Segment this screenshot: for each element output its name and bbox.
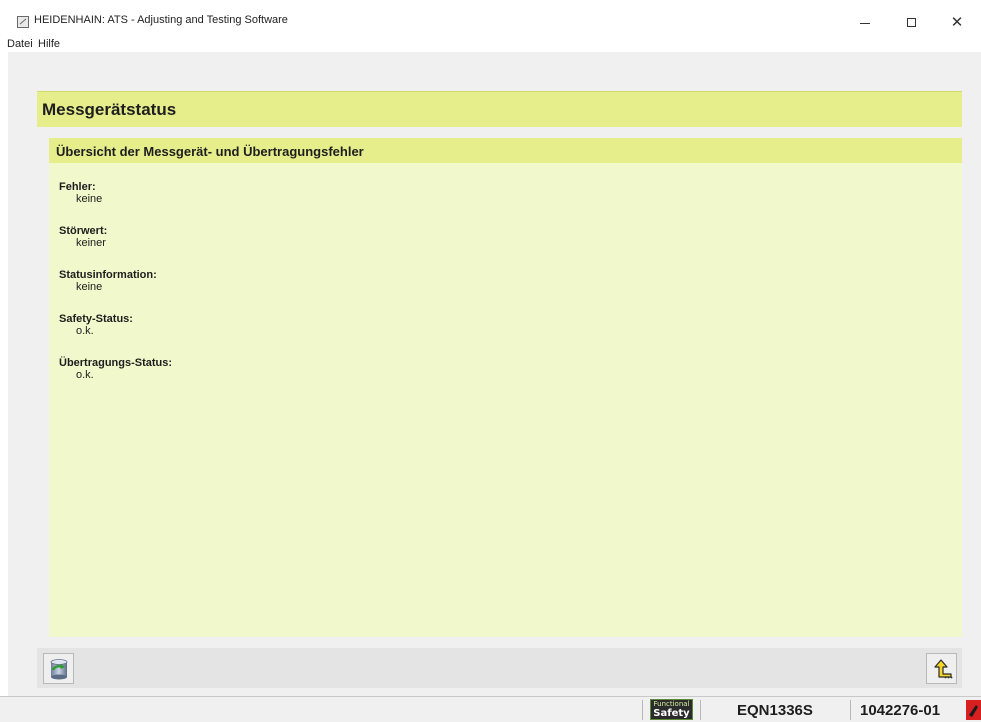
minimize-button[interactable] bbox=[842, 10, 888, 34]
status-label: Safety-Status: bbox=[59, 313, 133, 325]
panel-header: Übersicht der Messgerät- und Übertragung… bbox=[49, 138, 962, 163]
title-bar: HEIDENHAIN: ATS - Adjusting and Testing … bbox=[0, 0, 981, 34]
menu-item-datei[interactable]: Datei bbox=[7, 38, 33, 50]
status-item-stoerwert: Störwert: keiner bbox=[59, 225, 107, 249]
menu-bar: Datei Hilfe bbox=[0, 34, 981, 52]
close-button[interactable]: ✕ bbox=[934, 10, 980, 34]
maximize-button[interactable] bbox=[888, 10, 934, 34]
status-item-uebertragungs-status: Übertragungs-Status: o.k. bbox=[59, 357, 172, 381]
status-value: o.k. bbox=[76, 369, 94, 381]
status-item-fehler: Fehler: keine bbox=[59, 181, 102, 205]
status-label: Fehler: bbox=[59, 181, 96, 193]
back-button[interactable] bbox=[926, 653, 957, 684]
status-value: o.k. bbox=[76, 325, 94, 337]
connection-status-icon bbox=[966, 700, 981, 720]
close-icon: ✕ bbox=[950, 13, 964, 31]
maximize-icon bbox=[906, 17, 916, 27]
bottom-toolbar bbox=[37, 648, 962, 688]
status-bar: Functional Safety EQN1336S 1042276-01 bbox=[0, 696, 981, 722]
status-panel: Übersicht der Messgerät- und Übertragung… bbox=[49, 138, 962, 637]
status-separator bbox=[850, 700, 851, 720]
status-value: keiner bbox=[76, 237, 106, 249]
status-item-safety-status: Safety-Status: o.k. bbox=[59, 313, 133, 337]
page-header: Messgerätstatus bbox=[37, 91, 962, 127]
status-label: Statusinformation: bbox=[59, 269, 157, 281]
app-icon bbox=[17, 16, 29, 28]
status-item-statusinformation: Statusinformation: keine bbox=[59, 269, 157, 293]
window-title: HEIDENHAIN: ATS - Adjusting and Testing … bbox=[34, 14, 288, 26]
panel-title: Übersicht der Messgerät- und Übertragung… bbox=[56, 144, 364, 159]
device-id: 1042276-01 bbox=[860, 702, 941, 719]
menu-item-hilfe[interactable]: Hilfe bbox=[38, 38, 60, 50]
status-separator bbox=[642, 700, 643, 720]
functional-safety-badge: Functional Safety bbox=[650, 699, 693, 720]
safety-badge-top: Functional bbox=[653, 699, 690, 708]
device-name: EQN1336S bbox=[737, 702, 813, 719]
status-value: keine bbox=[76, 281, 103, 293]
plug-icon bbox=[969, 705, 978, 717]
status-label: Störwert: bbox=[59, 225, 108, 237]
status-separator bbox=[700, 700, 701, 720]
refresh-database-button[interactable] bbox=[43, 653, 74, 684]
back-arrow-icon bbox=[933, 658, 952, 678]
status-value: keine bbox=[76, 193, 103, 205]
status-label: Übertragungs-Status: bbox=[59, 357, 173, 369]
minimize-icon bbox=[860, 22, 870, 24]
database-refresh-icon bbox=[50, 658, 67, 679]
safety-badge-bottom: Safety bbox=[653, 707, 690, 719]
main-content: Messgerätstatus Übersicht der Messgerät-… bbox=[8, 52, 981, 696]
page-title: Messgerätstatus bbox=[42, 100, 177, 119]
